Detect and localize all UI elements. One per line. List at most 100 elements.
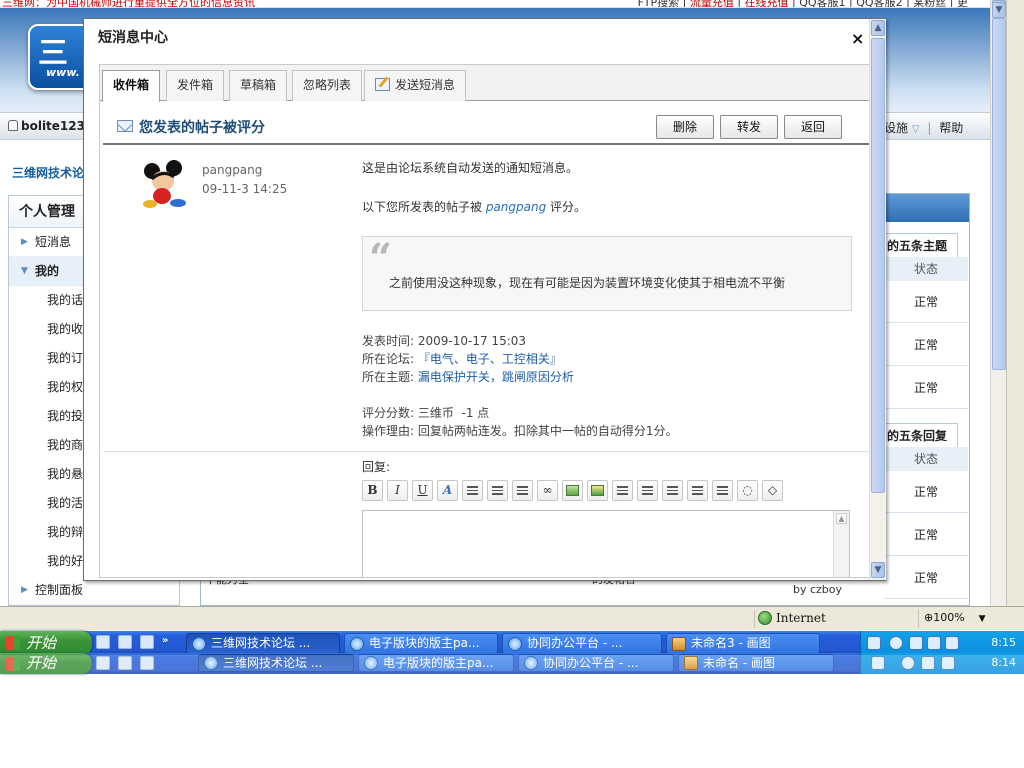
- underline-button[interactable]: U: [412, 480, 433, 501]
- site-notice: 三维网：为中国机械师进行重提供全方位的信息资讯: [2, 0, 255, 8]
- chevron-right-icon[interactable]: »: [162, 635, 168, 646]
- tab-ignore-list[interactable]: 忽略列表: [292, 70, 363, 101]
- quick-launch-icon[interactable]: [140, 635, 154, 649]
- taskbar-item-paint[interactable]: 未命名 - 画图: [678, 654, 834, 672]
- indent-icon[interactable]: [662, 480, 683, 501]
- code-icon[interactable]: ◇: [762, 480, 783, 501]
- align-center-icon[interactable]: [487, 480, 508, 501]
- scroll-up-icon[interactable]: ▲: [836, 513, 847, 524]
- scroll-down-icon[interactable]: ▼: [992, 2, 1006, 18]
- tab-outbox[interactable]: 发件箱: [166, 70, 225, 101]
- post-time: 2009-10-17 15:03: [417, 334, 527, 348]
- align-left-icon[interactable]: [462, 480, 483, 501]
- chevron-down-icon[interactable]: ▼: [979, 614, 986, 624]
- start-button[interactable]: 开始: [0, 653, 92, 674]
- reply-textarea[interactable]: ▲: [362, 510, 850, 577]
- bold-button[interactable]: B: [362, 480, 383, 501]
- quick-launch-icon[interactable]: [96, 656, 110, 670]
- image-icon[interactable]: [562, 480, 583, 501]
- quick-launch-icon[interactable]: [118, 635, 132, 649]
- taskbar-item-forum[interactable]: 三维网技术论坛 ...: [198, 654, 354, 672]
- scroll-thumb[interactable]: [992, 18, 1006, 370]
- avatar[interactable]: [140, 159, 190, 209]
- quick-launch-icon[interactable]: [118, 656, 132, 670]
- font-color-button[interactable]: A: [437, 480, 458, 501]
- quick-launch-icon[interactable]: [96, 635, 110, 649]
- editor-scrollbar[interactable]: ▲: [833, 511, 849, 577]
- media-icon[interactable]: [587, 480, 608, 501]
- taskbar-item-office[interactable]: 协同办公平台 - ...: [518, 654, 674, 672]
- security-zone[interactable]: Internet: [758, 611, 826, 625]
- top-link[interactable]: FTP搜索: [638, 0, 680, 7]
- taskbar-item-office[interactable]: 协同办公平台 - ...: [502, 633, 662, 654]
- back-button[interactable]: 返回: [784, 115, 842, 139]
- delete-button[interactable]: 删除: [656, 115, 714, 139]
- unordered-list-icon[interactable]: [637, 480, 658, 501]
- chevron-left-icon[interactable]: [889, 636, 903, 650]
- top-link[interactable]: 某粉丝: [913, 0, 946, 7]
- tab-send-message[interactable]: 发送短消息: [364, 70, 467, 101]
- chevron-left-icon[interactable]: [901, 656, 915, 670]
- forum-link[interactable]: 『电气、电子、工控相关』: [418, 352, 562, 366]
- scroll-up-icon[interactable]: ▲: [871, 20, 885, 36]
- start-button[interactable]: 开始: [0, 631, 92, 655]
- taskbar-item-forum[interactable]: 三维网技术论坛 ...: [186, 633, 340, 654]
- ordered-list-icon[interactable]: [612, 480, 633, 501]
- network-icon[interactable]: [921, 656, 935, 670]
- zoom-icon: ⊕: [924, 611, 934, 624]
- sidebar-item-label: 我的: [35, 264, 60, 278]
- volume-icon[interactable]: [941, 656, 955, 670]
- taskbar-item-moderator[interactable]: 电子版块的版主pa...: [344, 633, 498, 654]
- forward-button[interactable]: 转发: [720, 115, 778, 139]
- dialog-scrollbar[interactable]: ▲ ▼: [869, 19, 886, 580]
- triangle-down-icon: ▼: [21, 266, 28, 276]
- taskbar-item-paint[interactable]: 未命名3 - 画图: [666, 633, 820, 654]
- volume-icon[interactable]: [945, 636, 959, 650]
- task-label: 电子版块的版主pa...: [383, 656, 494, 670]
- tray-app-icon[interactable]: [927, 636, 941, 650]
- clock[interactable]: 8:14: [991, 656, 1016, 669]
- nav-link-facilities[interactable]: 设施: [884, 121, 908, 135]
- keyboard-icon[interactable]: [871, 656, 885, 670]
- close-icon[interactable]: ×: [851, 31, 864, 47]
- top-link[interactable]: QQ客服1: [799, 0, 845, 7]
- top-link[interactable]: 流量充值: [690, 0, 734, 7]
- scroll-down-icon[interactable]: ▼: [871, 562, 885, 578]
- forum-row: 所在论坛: 『电气、电子、工控相关』: [362, 350, 678, 368]
- second-window-scrollbar: [1006, 0, 1024, 606]
- float-right-icon[interactable]: [712, 480, 733, 501]
- zone-label: Internet: [776, 611, 826, 625]
- breadcrumb[interactable]: 三维网技术论: [12, 164, 84, 181]
- quick-launch-icon[interactable]: [140, 656, 154, 670]
- top-link[interactable]: QQ客服2: [856, 0, 902, 7]
- tab-label: 发送短消息: [395, 78, 456, 92]
- taskbar-item-moderator[interactable]: 电子版块的版主pa...: [358, 654, 514, 672]
- tab-inbox[interactable]: 收件箱: [102, 70, 161, 102]
- nav-link-help[interactable]: 帮助: [939, 121, 963, 135]
- username-link[interactable]: bolite123: [8, 119, 85, 133]
- sender-name[interactable]: pangpang: [202, 161, 287, 180]
- top-links[interactable]: FTP搜索 | 流量充值 | 在线充值 | QQ客服1 | QQ客服2 | 某粉…: [638, 0, 968, 7]
- keyboard-icon[interactable]: [867, 636, 881, 650]
- chevron-down-icon[interactable]: ▽: [912, 124, 920, 135]
- link-icon[interactable]: ∞: [537, 480, 558, 501]
- page-scrollbar[interactable]: ▲ ▼: [990, 0, 1006, 606]
- float-left-icon[interactable]: [687, 480, 708, 501]
- zoom-control[interactable]: ⊕100% ▼: [924, 611, 986, 624]
- status-cell: 正常: [884, 514, 968, 556]
- network-icon[interactable]: [909, 636, 923, 650]
- dialog-scroll-thumb[interactable]: [871, 38, 885, 493]
- thread-link[interactable]: 漏电保护开关，跳闸原因分析: [418, 370, 574, 384]
- clock[interactable]: 8:15: [991, 636, 1016, 649]
- task-label: 电子版块的版主pa...: [369, 636, 480, 650]
- tab-drafts[interactable]: 草稿箱: [229, 70, 288, 101]
- quote-block-icon[interactable]: ◌: [737, 480, 758, 501]
- rater-link[interactable]: pangpang: [486, 200, 546, 214]
- top-link[interactable]: 在线充值: [745, 0, 789, 7]
- intro-text: 这是由论坛系统自动发送的通知短消息。: [362, 161, 579, 175]
- italic-button[interactable]: I: [387, 480, 408, 501]
- ie-icon: [192, 637, 206, 651]
- byline: by czboy: [793, 583, 843, 596]
- align-right-icon[interactable]: [512, 480, 533, 501]
- top-link[interactable]: 更: [957, 0, 968, 7]
